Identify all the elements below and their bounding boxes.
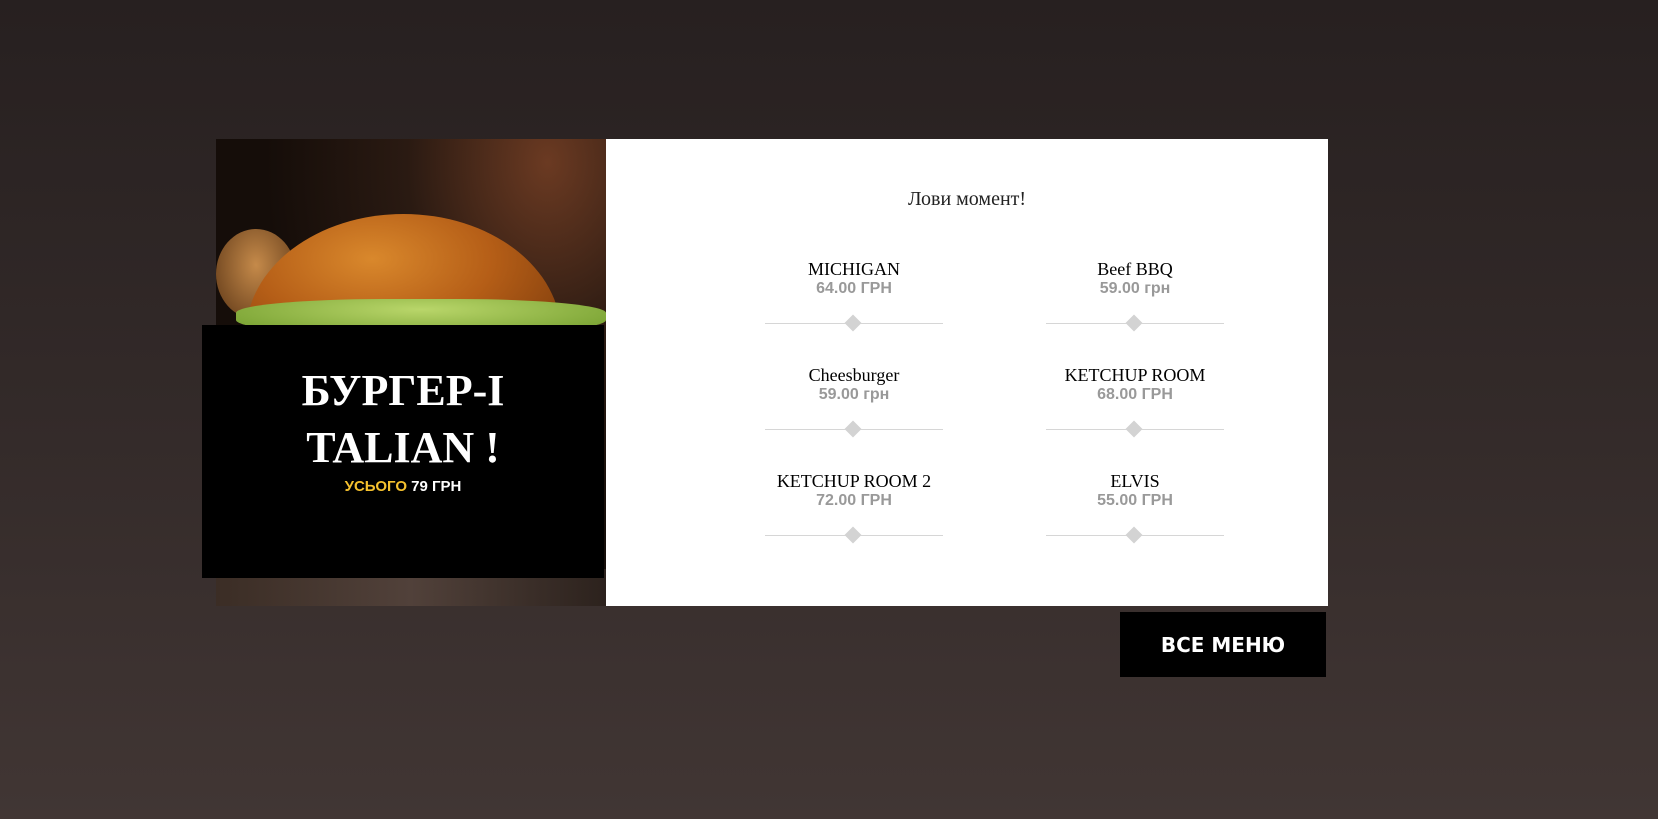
- menu-item-name: ELVIS: [1110, 471, 1160, 491]
- divider: [765, 314, 943, 332]
- menu-item-price: 68.00 ГРН: [1097, 386, 1173, 403]
- menu-item[interactable]: MICHIGAN 64.00 ГРН: [765, 259, 943, 332]
- diamond-icon: [844, 314, 862, 332]
- menu-item-name: Cheesburger: [808, 365, 900, 385]
- promo-total: УСЬОГО 79 ГРН: [202, 478, 604, 495]
- menu-slogan: Лови момент!: [907, 188, 1027, 210]
- menu-item-price: 59.00 грн: [818, 386, 890, 403]
- menu-item[interactable]: Cheesburger 59.00 грн: [765, 365, 943, 438]
- menu-item-name: Beef BBQ: [1097, 259, 1173, 279]
- menu-item[interactable]: KETCHUP ROOM 2 72.00 ГРН: [765, 471, 943, 544]
- menu-item-name: KETCHUP ROOM 2: [776, 471, 932, 491]
- promo-box: БУРГЕР-ITALIAN ! УСЬОГО 79 ГРН: [202, 325, 604, 578]
- diamond-icon: [1125, 526, 1143, 544]
- diamond-icon: [844, 420, 862, 438]
- total-label: УСЬОГО: [344, 478, 407, 495]
- menu-item-price: 55.00 ГРН: [1097, 492, 1173, 509]
- menu-item-name: MICHIGAN: [808, 259, 900, 279]
- diamond-icon: [1125, 420, 1143, 438]
- menu-item-name: KETCHUP ROOM: [1064, 365, 1206, 385]
- menu-panel: Лови момент! MICHIGAN 64.00 ГРН Beef BBQ 59…: [606, 139, 1328, 606]
- menu-item-price: 72.00 ГРН: [816, 492, 892, 509]
- divider: [765, 420, 943, 438]
- menu-item[interactable]: ELVIS 55.00 ГРН: [1046, 471, 1224, 544]
- divider: [1046, 420, 1224, 438]
- total-value: 79 ГРН: [411, 478, 462, 495]
- menu-item-price: 59.00 грн: [1099, 280, 1171, 297]
- divider: [765, 526, 943, 544]
- menu-item-price: 64.00 ГРН: [816, 280, 892, 297]
- diamond-icon: [1125, 314, 1143, 332]
- menu-item[interactable]: KETCHUP ROOM 68.00 ГРН: [1046, 365, 1224, 438]
- promo-title: БУРГЕР-ITALIAN !: [301, 366, 505, 472]
- divider: [1046, 314, 1224, 332]
- menu-item[interactable]: Beef BBQ 59.00 грн: [1046, 259, 1224, 332]
- all-menu-button[interactable]: ВСЕ МЕНЮ: [1120, 612, 1326, 677]
- divider: [1046, 526, 1224, 544]
- diamond-icon: [844, 526, 862, 544]
